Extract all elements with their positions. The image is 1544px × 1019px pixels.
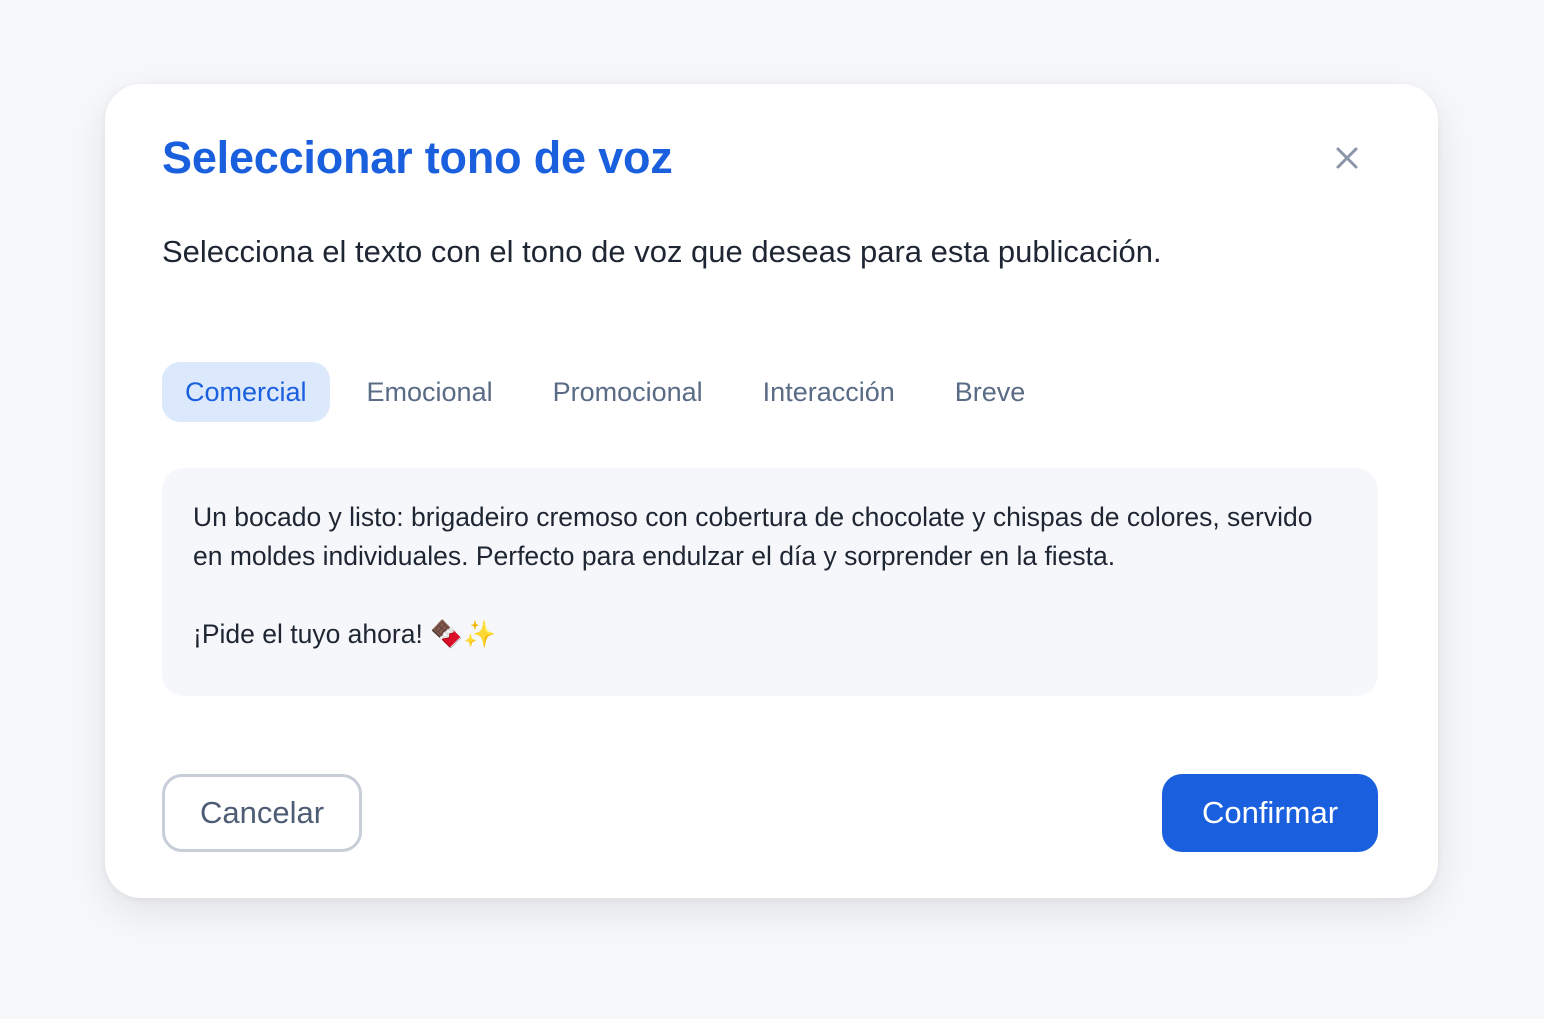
confirm-button[interactable]: Confirmar: [1162, 774, 1378, 852]
tab-comercial[interactable]: Comercial: [162, 362, 330, 422]
tone-tabs: Comercial Emocional Promocional Interacc…: [162, 362, 1062, 422]
post-text-paragraph: Un bocado y listo: brigadeiro cremoso co…: [193, 502, 1313, 571]
tab-breve[interactable]: Breve: [932, 362, 1049, 422]
dialog-title: Seleccionar tono de voz: [162, 132, 673, 183]
tab-promocional[interactable]: Promocional: [530, 362, 726, 422]
cancel-button[interactable]: Cancelar: [162, 774, 362, 852]
tone-text-option[interactable]: Un bocado y listo: brigadeiro cremoso co…: [162, 468, 1378, 696]
close-button[interactable]: [1329, 140, 1365, 176]
close-icon: [1336, 147, 1358, 169]
tab-interaccion[interactable]: Interacción: [740, 362, 918, 422]
dialog-subtitle: Selecciona el texto con el tono de voz q…: [162, 234, 1162, 269]
post-text-cta: ¡Pide el tuyo ahora! 🍫✨: [193, 619, 497, 649]
tone-selector-dialog: Seleccionar tono de voz Selecciona el te…: [105, 84, 1438, 898]
tab-emocional[interactable]: Emocional: [344, 362, 516, 422]
